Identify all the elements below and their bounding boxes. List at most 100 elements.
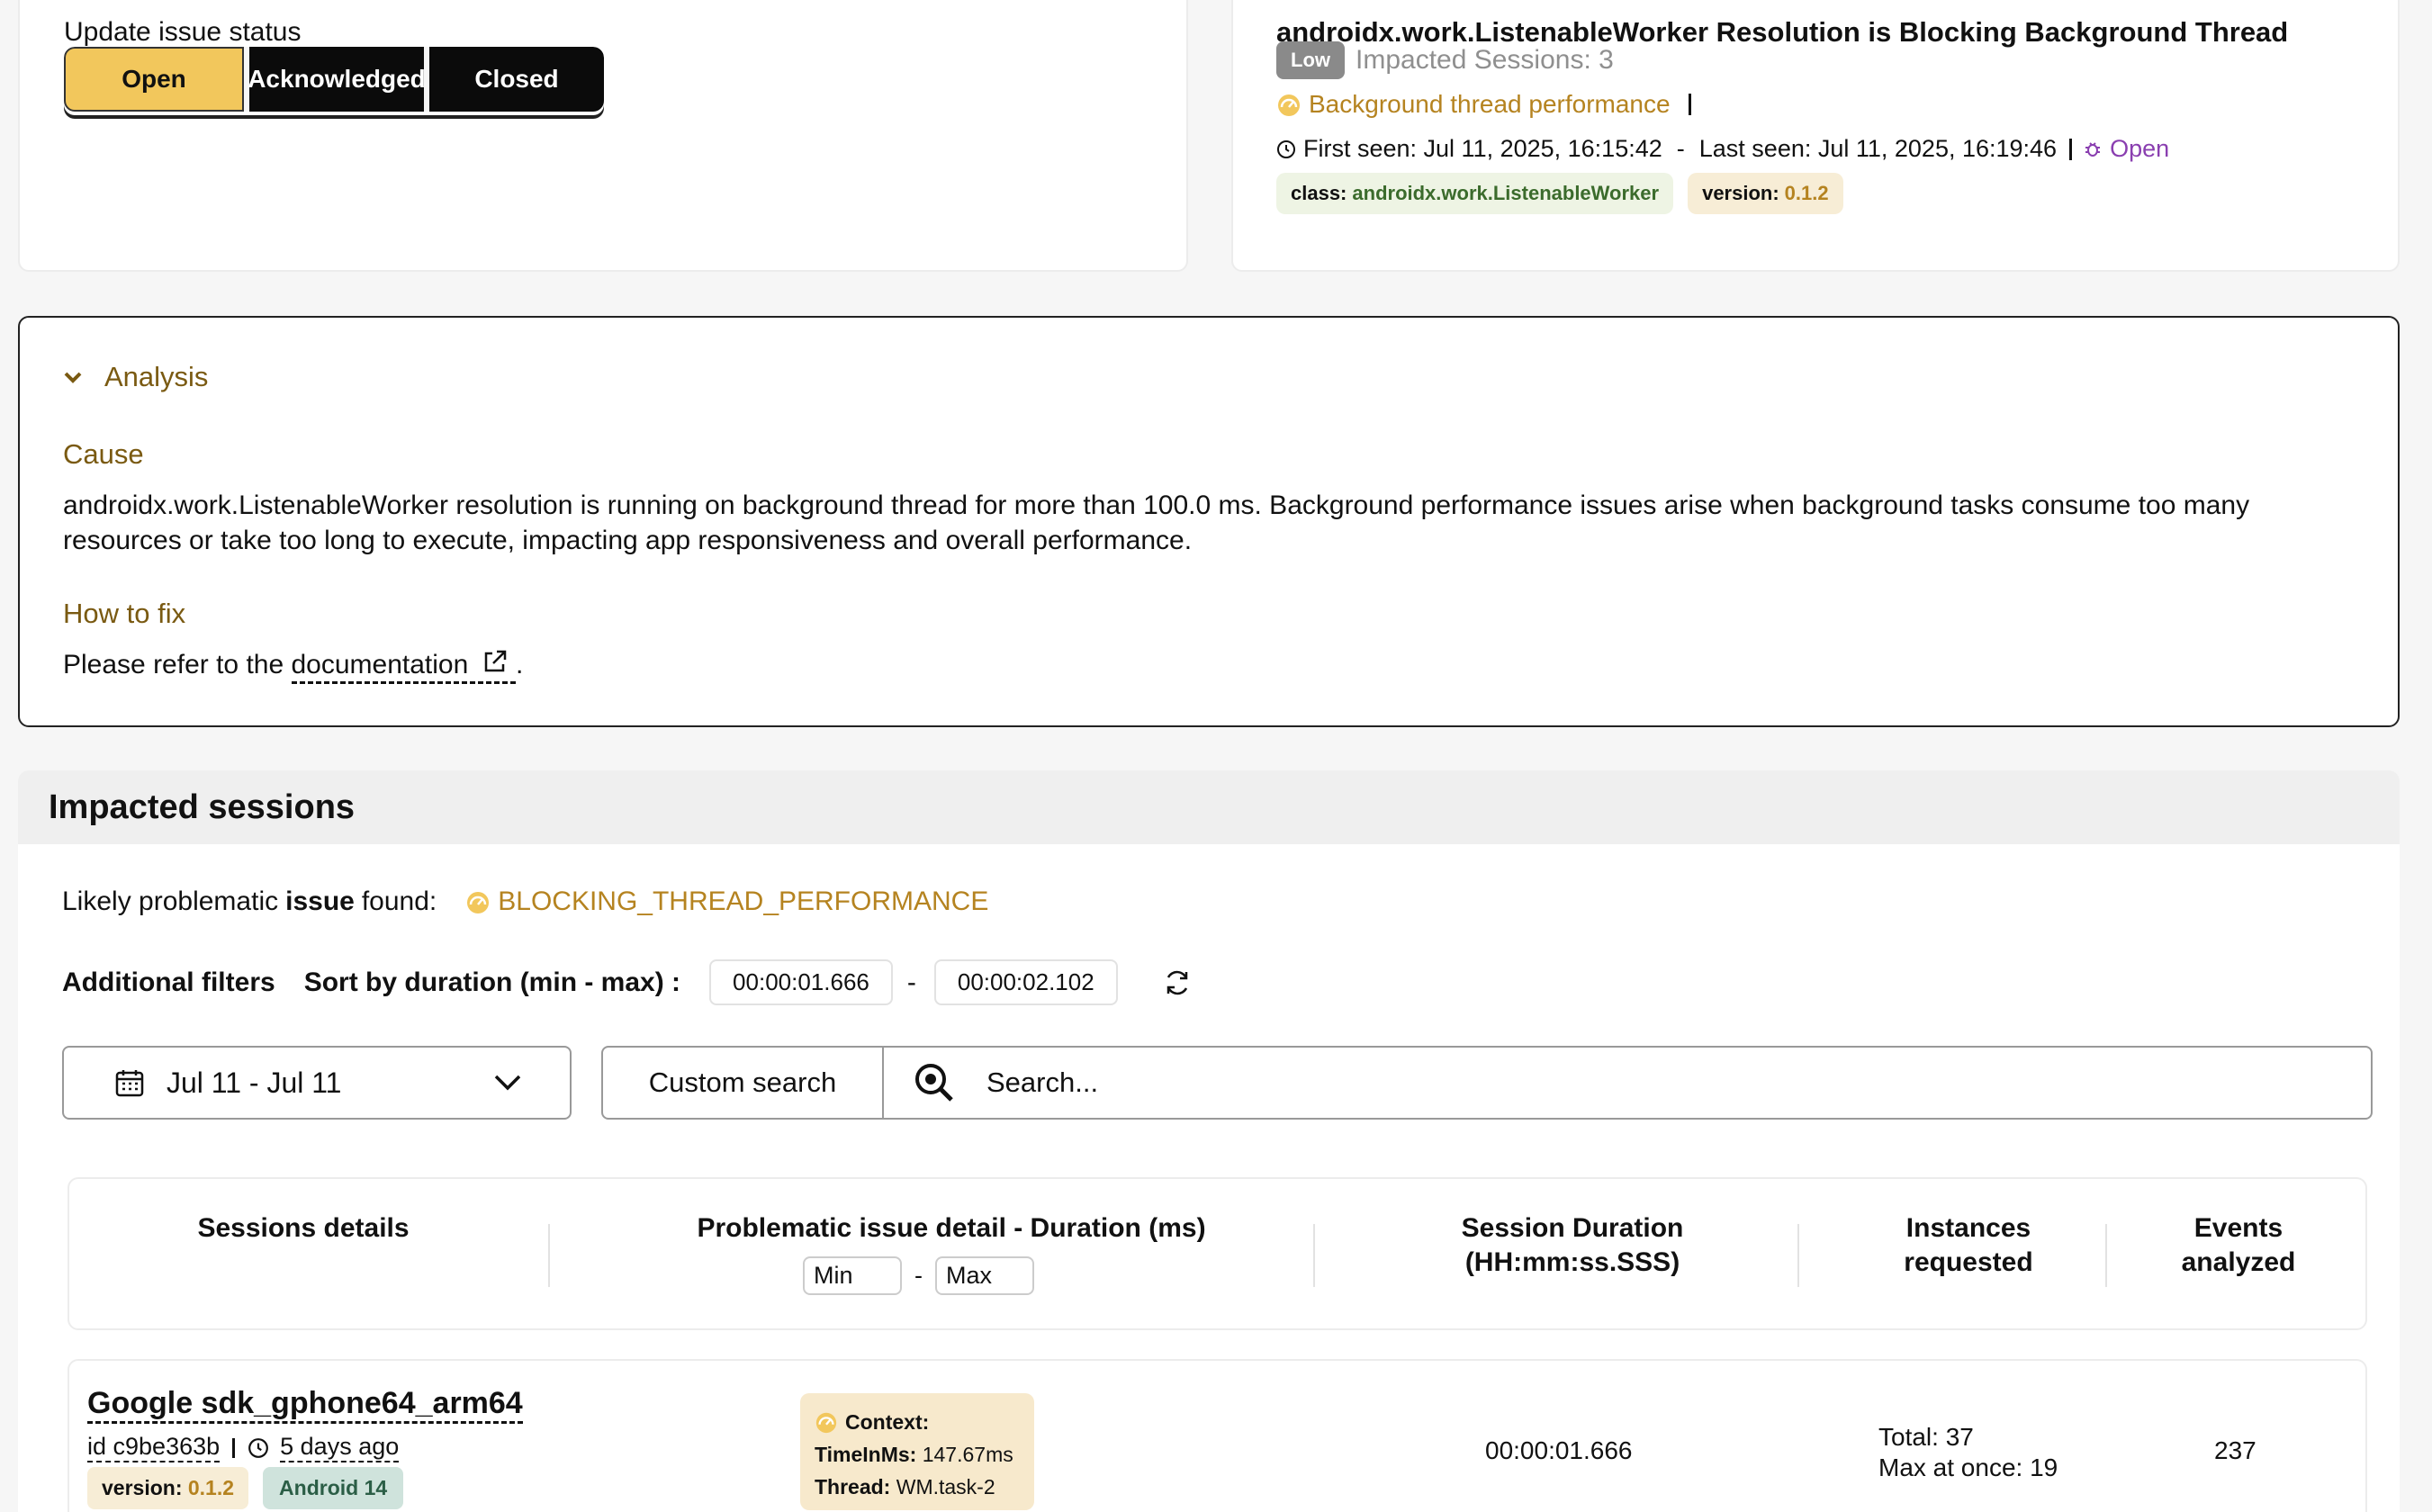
sessions-header: Impacted sessions	[18, 770, 2400, 844]
sessions-table-header: Sessions details Problematic issue detai…	[68, 1177, 2367, 1330]
acknowledged-status-button[interactable]: Acknowledged	[244, 47, 426, 112]
fix-suffix: .	[516, 650, 524, 680]
column-events-analyzed: Events analyzed	[2130, 1211, 2346, 1280]
documentation-link-label: documentation	[291, 650, 469, 680]
likely-issue-row: Likely problematic issue found: BLOCKING…	[62, 886, 988, 917]
gauge-icon	[815, 1412, 837, 1434]
documentation-link[interactable]: documentation	[291, 650, 516, 684]
instances-max-at-once: Max at once: 19	[1878, 1454, 2058, 1481]
class-tag: class: androidx.work.ListenableWorker	[1276, 173, 1674, 214]
seen-row: First seen: Jul 11, 2025, 16:15:42 - Las…	[1276, 135, 2169, 163]
analysis-heading: Analysis	[104, 361, 209, 392]
minmax-separator: -	[914, 1262, 923, 1289]
column-problem-duration: Problematic issue detail - Duration (ms)	[697, 1213, 1206, 1243]
max-duration-input[interactable]: 00:00:02.102	[933, 959, 1118, 1005]
filters-label: Additional filters	[62, 967, 275, 997]
column-instances-requested: Instances requested	[1833, 1211, 2103, 1280]
calendar-icon	[115, 1070, 144, 1097]
status-title: Update issue status	[64, 17, 302, 47]
instances-total: Total: 37	[1878, 1423, 1974, 1451]
context-time-value: 147.67ms	[922, 1443, 1013, 1466]
context-time-key: TimeInMs:	[815, 1443, 917, 1466]
chevron-down-icon	[64, 372, 82, 383]
min-filter-input[interactable]: Min	[803, 1256, 902, 1295]
search-bar: Custom search Search...	[601, 1046, 2373, 1120]
column-divider	[1797, 1224, 1799, 1287]
analysis-card: Analysis Cause androidx.work.ListenableW…	[18, 316, 2400, 727]
sort-label: Sort by duration (min - max) :	[303, 967, 681, 997]
external-link-icon	[484, 650, 506, 672]
min-duration-input[interactable]: 00:00:01.666	[709, 959, 893, 1005]
cause-text: androidx.work.ListenableWorker resolutio…	[63, 490, 2250, 555]
column-events-line1: Events	[2193, 1213, 2283, 1243]
device-name-link[interactable]: Google sdk_gphone64_arm64	[87, 1386, 523, 1424]
version-tag-key: version:	[1702, 182, 1779, 204]
column-instances-line1: Instances	[1905, 1213, 2031, 1243]
chevron-down-icon	[494, 1075, 521, 1091]
instances-requested: Total: 37 Max at once: 19	[1878, 1422, 2058, 1483]
column-divider	[2105, 1224, 2107, 1287]
separator	[2069, 138, 2073, 160]
session-badges: version: 0.1.2 Android 14	[87, 1467, 404, 1509]
issue-category-row: Background thread performance	[1276, 90, 1691, 119]
context-label: Context:	[845, 1410, 930, 1434]
context-thread-key: Thread:	[815, 1475, 891, 1498]
last-seen: Last seen: Jul 11, 2025, 16:19:46	[1698, 135, 2058, 162]
column-divider	[1313, 1224, 1315, 1287]
open-status-button[interactable]: Open	[64, 47, 244, 112]
issue-code: BLOCKING_THREAD_PERFORMANCE	[465, 886, 988, 917]
closed-status-button[interactable]: Closed	[424, 47, 604, 112]
column-session-duration-line2: (HH:mm:ss.SSS)	[1464, 1247, 1680, 1277]
how-to-fix-label: How to fix	[63, 598, 186, 629]
impacted-sessions-section: Impacted sessions Likely problematic iss…	[18, 770, 2400, 1512]
context-header: Context:	[815, 1406, 1020, 1438]
search-input[interactable]: Search...	[884, 1061, 2371, 1104]
range-separator: -	[906, 967, 916, 997]
version-badge: version: 0.1.2	[87, 1467, 249, 1509]
severity-badge: Low	[1276, 41, 1345, 79]
table-row[interactable]: Google sdk_gphone64_arm64 id c9be363b 5 …	[68, 1359, 2367, 1512]
issue-context: Context: TimeInMs: 147.67ms Thread: WM.t…	[800, 1393, 1034, 1510]
column-session-duration: Session Duration (HH:mm:ss.SSS)	[1356, 1211, 1788, 1280]
column-session-duration-line1: Session Duration	[1461, 1213, 1684, 1243]
likely-suffix: found:	[361, 886, 437, 916]
issue-code-label: BLOCKING_THREAD_PERFORMANCE	[498, 886, 989, 916]
session-duration-value: 00:00:01.666	[1485, 1436, 1633, 1464]
context-thread-value: WM.task-2	[896, 1475, 995, 1498]
column-instances-line2: requested	[1904, 1247, 2033, 1277]
separator	[1688, 94, 1691, 115]
version-badge-key: version:	[102, 1476, 183, 1499]
column-events-line2: analyzed	[2181, 1247, 2296, 1277]
fix-prefix: Please refer to the	[63, 650, 284, 680]
context-time: TimeInMs: 147.67ms	[815, 1438, 1020, 1471]
session-time-ago[interactable]: 5 days ago	[280, 1433, 400, 1462]
search-placeholder: Search...	[986, 1066, 1099, 1098]
likely-bold: issue	[285, 886, 355, 916]
custom-search-button[interactable]: Custom search	[603, 1048, 884, 1118]
events-analyzed-value: 237	[2214, 1436, 2256, 1464]
duration-minmax-filter: Min - Max	[803, 1256, 1034, 1295]
issue-category: Background thread performance	[1309, 90, 1671, 118]
gauge-icon	[467, 892, 490, 914]
gauge-icon	[1278, 94, 1300, 116]
refresh-icon[interactable]	[1161, 967, 1193, 999]
version-badge-value: 0.1.2	[187, 1476, 235, 1499]
search-icon	[915, 1064, 953, 1102]
date-range-value: Jul 11 - Jul 11	[167, 1066, 342, 1099]
status-card: Update issue status Open Acknowledged Cl…	[18, 0, 1188, 272]
clock-icon	[1277, 140, 1295, 158]
severity-row: Low Impacted Sessions: 3	[1276, 41, 1614, 79]
bug-icon	[2085, 141, 2101, 157]
first-seen: First seen: Jul 11, 2025, 16:15:42	[1303, 135, 1662, 162]
os-badge: Android 14	[263, 1467, 404, 1509]
session-id[interactable]: id c9be363b	[87, 1433, 221, 1462]
max-filter-input[interactable]: Max	[935, 1256, 1034, 1295]
date-range-picker[interactable]: Jul 11 - Jul 11	[62, 1046, 572, 1120]
sessions-title: Impacted sessions	[49, 788, 356, 826]
analysis-toggle[interactable]: Analysis	[63, 361, 208, 393]
issue-state-link[interactable]: Open	[2110, 135, 2169, 163]
impacted-sessions-count: Impacted Sessions: 3	[1356, 45, 1614, 75]
version-tag-value: 0.1.2	[1784, 182, 1829, 204]
class-tag-key: class:	[1291, 182, 1347, 204]
column-sessions-details: Sessions details	[197, 1213, 410, 1243]
